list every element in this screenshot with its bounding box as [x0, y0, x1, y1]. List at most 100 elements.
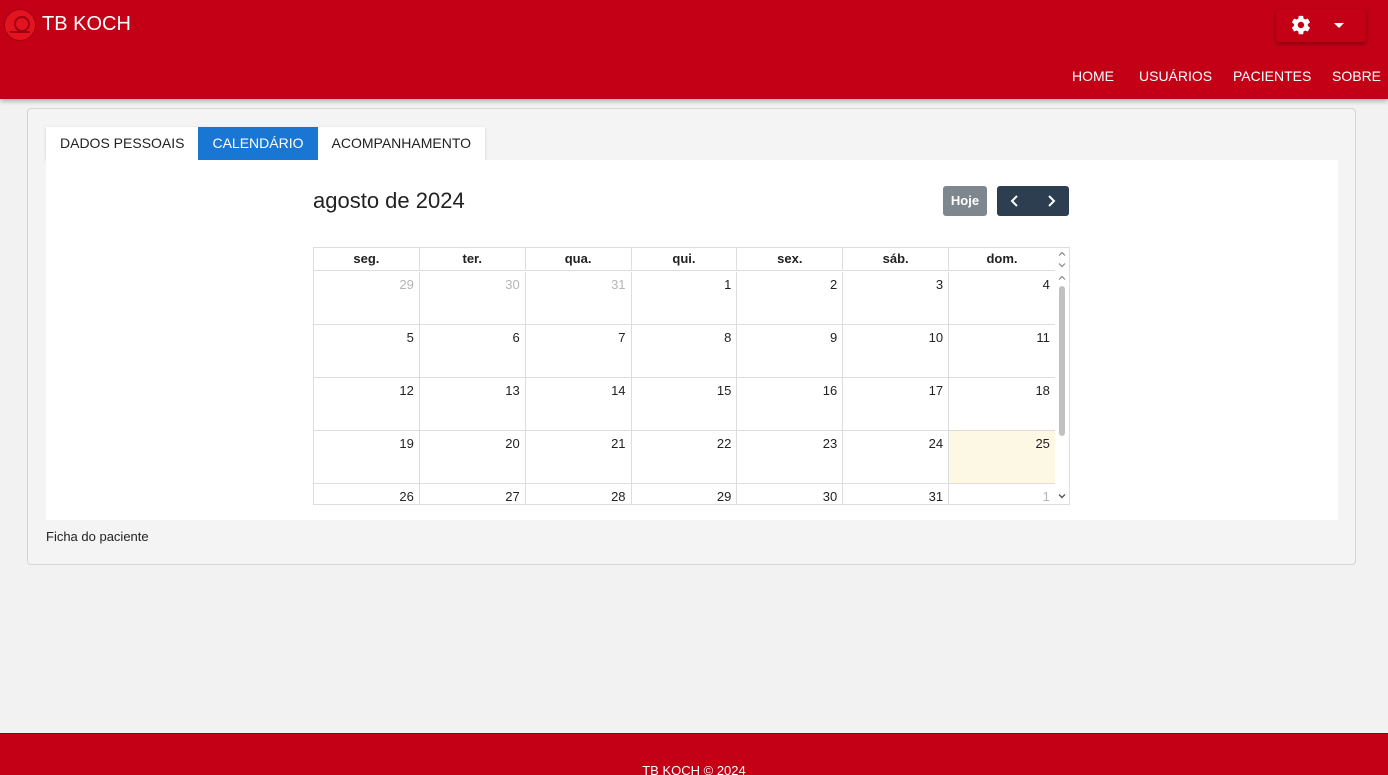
weekday-fri: sex. [737, 248, 844, 270]
patient-panel: DADOS PESSOAIS CALENDÁRIO ACOMPANHAMENTO… [27, 108, 1356, 565]
calendar-day[interactable]: 27 [420, 484, 526, 504]
calendar-day[interactable]: 14 [526, 378, 632, 430]
calendar-day[interactable]: 16 [737, 378, 844, 430]
calendar-day[interactable]: 8 [632, 325, 738, 377]
tab-calendario[interactable]: CALENDÁRIO [198, 127, 318, 160]
calendar-day[interactable]: 30 [737, 484, 844, 504]
calendar-scrollbar[interactable] [1055, 248, 1069, 504]
patient-record-caption: Ficha do paciente [46, 529, 149, 544]
footer: TB KOCH © 2024 [0, 733, 1388, 775]
logo-icon[interactable] [4, 9, 36, 41]
day-number: 20 [505, 436, 520, 451]
calendar-week: 19 20 21 22 23 24 25 [314, 431, 1055, 484]
calendar-day[interactable]: 13 [420, 378, 526, 430]
calendar-day[interactable]: 2 [737, 272, 844, 324]
calendar-day[interactable]: 19 [314, 431, 420, 483]
calendar-day[interactable]: 17 [843, 378, 950, 430]
calendar-day[interactable]: 1 [632, 272, 738, 324]
day-number: 16 [822, 383, 838, 398]
footer-text: TB KOCH © 2024 [642, 763, 746, 775]
calendar-day[interactable]: 11 [949, 325, 1055, 377]
weekday-header: seg. ter. qua. qui. sex. sáb. dom. [314, 248, 1055, 271]
day-number: 8 [724, 330, 732, 345]
calendar-grid: seg. ter. qua. qui. sex. sáb. dom. 29 30… [313, 247, 1070, 505]
calendar-day[interactable]: 6 [420, 325, 526, 377]
calendar-day[interactable]: 26 [314, 484, 420, 504]
day-number: 31 [611, 277, 626, 292]
day-number: 25 [1035, 436, 1050, 451]
day-number: 28 [611, 489, 626, 504]
today-button[interactable]: Hoje [943, 186, 987, 216]
day-number: 21 [611, 436, 626, 451]
day-number: 26 [399, 489, 414, 504]
day-number: 13 [505, 383, 520, 398]
day-number: 29 [716, 489, 732, 504]
weekday-thu: qui. [632, 248, 738, 270]
scroll-down-icon[interactable] [1058, 492, 1066, 500]
weekday-mon: seg. [314, 248, 420, 270]
day-number: 15 [716, 383, 732, 398]
day-number: 7 [618, 330, 626, 345]
calendar-day[interactable]: 20 [420, 431, 526, 483]
calendar-day[interactable]: 28 [526, 484, 632, 504]
calendar-day[interactable]: 1 [949, 484, 1055, 504]
day-number: 18 [1035, 383, 1050, 398]
day-number: 3 [935, 277, 944, 292]
calendar-body: 29 30 31 1 2 3 4 5 6 7 8 9 10 11 12 13 1… [314, 272, 1055, 504]
day-number: 23 [822, 436, 838, 451]
day-number: 4 [1042, 277, 1050, 292]
settings-dropdown-button[interactable] [1276, 9, 1366, 42]
day-number: 30 [505, 277, 520, 292]
calendar-day[interactable]: 31 [843, 484, 950, 504]
next-month-button[interactable] [1033, 186, 1069, 216]
calendar-day[interactable]: 12 [314, 378, 420, 430]
day-number: 1 [724, 277, 732, 292]
calendar-title: agosto de 2024 [313, 188, 465, 213]
nav-usuarios[interactable]: USUÁRIOS [1139, 68, 1212, 84]
scroll-down-icon[interactable] [1058, 261, 1066, 269]
calendar-day-today[interactable]: 25 [949, 431, 1055, 483]
day-number: 30 [822, 489, 838, 504]
nav-home[interactable]: HOME [1072, 68, 1114, 84]
nav-sobre[interactable]: SOBRE [1332, 68, 1381, 84]
day-number: 27 [505, 489, 520, 504]
day-number: 14 [611, 383, 626, 398]
day-number: 6 [512, 330, 520, 345]
calendar-day[interactable]: 5 [314, 325, 420, 377]
calendar-tab-content: agosto de 2024 Hoje seg. ter. qua. qui. … [46, 160, 1338, 520]
calendar-day[interactable]: 29 [632, 484, 738, 504]
day-number: 5 [406, 330, 414, 345]
calendar-day[interactable]: 3 [843, 272, 950, 324]
calendar-day[interactable]: 21 [526, 431, 632, 483]
nav-pacientes[interactable]: PACIENTES [1233, 68, 1311, 84]
tab-dados-pessoais[interactable]: DADOS PESSOAIS [46, 127, 199, 160]
scroll-up-icon[interactable] [1058, 250, 1066, 258]
calendar-week: 26 27 28 29 30 31 1 [314, 484, 1055, 504]
day-number: 1 [1042, 489, 1050, 504]
scrollbar-thumb[interactable] [1059, 286, 1065, 436]
calendar-day[interactable]: 15 [632, 378, 738, 430]
calendar-day[interactable]: 4 [949, 272, 1055, 324]
calendar-day[interactable]: 22 [632, 431, 738, 483]
calendar-day[interactable]: 29 [314, 272, 420, 324]
calendar-day[interactable]: 31 [526, 272, 632, 324]
weekday-wed: qua. [526, 248, 632, 270]
day-number: 22 [716, 436, 732, 451]
brand-name[interactable]: TB KOCH [42, 13, 131, 36]
calendar-day[interactable]: 18 [949, 378, 1055, 430]
calendar-day[interactable]: 9 [737, 325, 844, 377]
weekday-sun: dom. [986, 251, 1018, 266]
day-number: 24 [928, 436, 944, 451]
calendar-day[interactable]: 10 [843, 325, 950, 377]
caret-down-icon [1334, 23, 1344, 28]
day-number: 17 [928, 383, 944, 398]
calendar-week: 5 6 7 8 9 10 11 [314, 325, 1055, 378]
calendar-day[interactable]: 7 [526, 325, 632, 377]
prev-month-button[interactable] [997, 186, 1033, 216]
tab-acompanhamento[interactable]: ACOMPANHAMENTO [317, 127, 486, 160]
calendar-day[interactable]: 23 [737, 431, 844, 483]
scroll-up-icon[interactable] [1058, 274, 1066, 282]
day-number: 2 [829, 277, 838, 292]
calendar-day[interactable]: 24 [843, 431, 950, 483]
calendar-day[interactable]: 30 [420, 272, 526, 324]
